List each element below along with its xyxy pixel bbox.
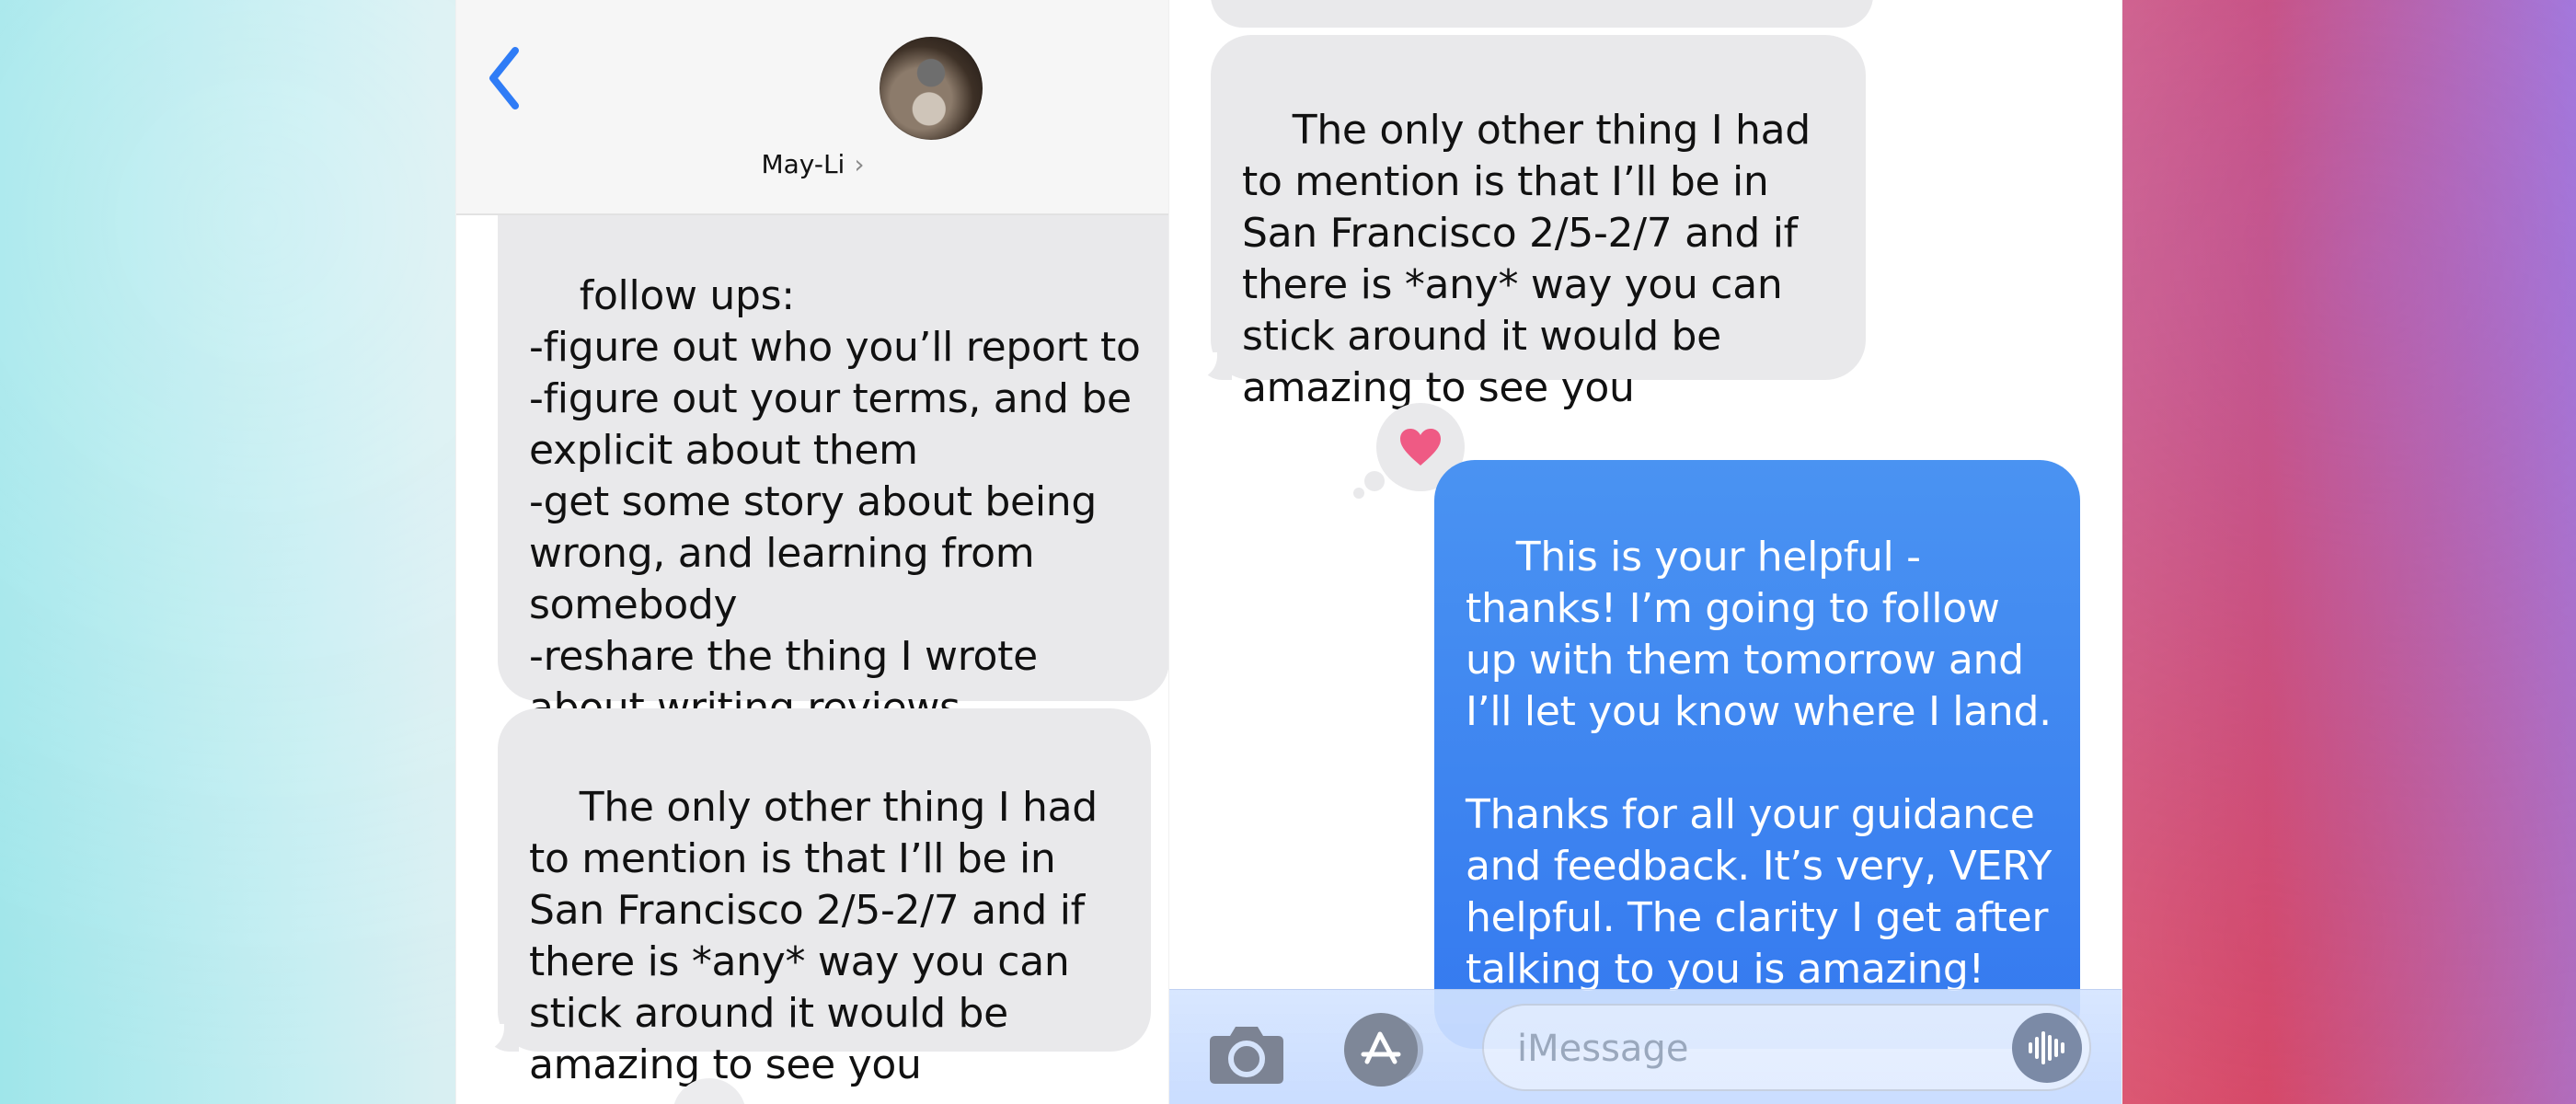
camera-button[interactable]: [1208, 1021, 1285, 1086]
message-text: The only other thing I had to mention is…: [529, 784, 1110, 1088]
message-composer-bar: [1169, 989, 2122, 1104]
reaction-dot: [1364, 471, 1385, 491]
incoming-message-sf[interactable]: The only other thing I had to mention is…: [1211, 35, 1866, 411]
contact-name: May-Li: [761, 149, 845, 179]
left-phone-screen: follow ups: -figure out who you’ll repor…: [455, 0, 1170, 1104]
audio-message-button[interactable]: [2012, 1013, 2082, 1083]
camera-icon: [1210, 1027, 1283, 1084]
app-store-icon: [1361, 1031, 1401, 1064]
app-store-button[interactable]: [1344, 1013, 1418, 1087]
incoming-message-partial[interactable]: [1211, 0, 1873, 28]
incoming-message-followups[interactable]: follow ups: -figure out who you’ll repor…: [498, 175, 1169, 731]
message-text: The only other thing I had to mention is…: [1242, 107, 1823, 411]
reaction-dot: [1353, 488, 1364, 499]
message-text: follow ups: -figure out who you’ll repor…: [529, 272, 1141, 731]
bubble-tail: [467, 1024, 519, 1052]
back-button[interactable]: [484, 41, 524, 115]
chevron-left-icon: [489, 47, 519, 109]
bubble-tail: [1180, 352, 1232, 380]
right-phone-screen: The only other thing I had to mention is…: [1168, 0, 2122, 1104]
audio-waveform-icon: [2029, 1031, 2064, 1064]
imessage-field[interactable]: [1482, 1004, 2091, 1091]
chat-header: May-Li ›: [456, 0, 1169, 215]
contact-avatar[interactable]: [880, 37, 983, 140]
imessage-input[interactable]: [1515, 1006, 1997, 1091]
heart-icon: [1400, 429, 1441, 466]
outgoing-message[interactable]: This is your helpful - thanks! I’m going…: [1434, 460, 2080, 1049]
message-text: This is your helpful - thanks! I’m going…: [1466, 534, 2053, 993]
contact-name-row[interactable]: May-Li ›: [456, 149, 1169, 179]
chevron-right-icon: ›: [854, 149, 865, 179]
incoming-message-sf[interactable]: The only other thing I had to mention is…: [498, 708, 1151, 1088]
